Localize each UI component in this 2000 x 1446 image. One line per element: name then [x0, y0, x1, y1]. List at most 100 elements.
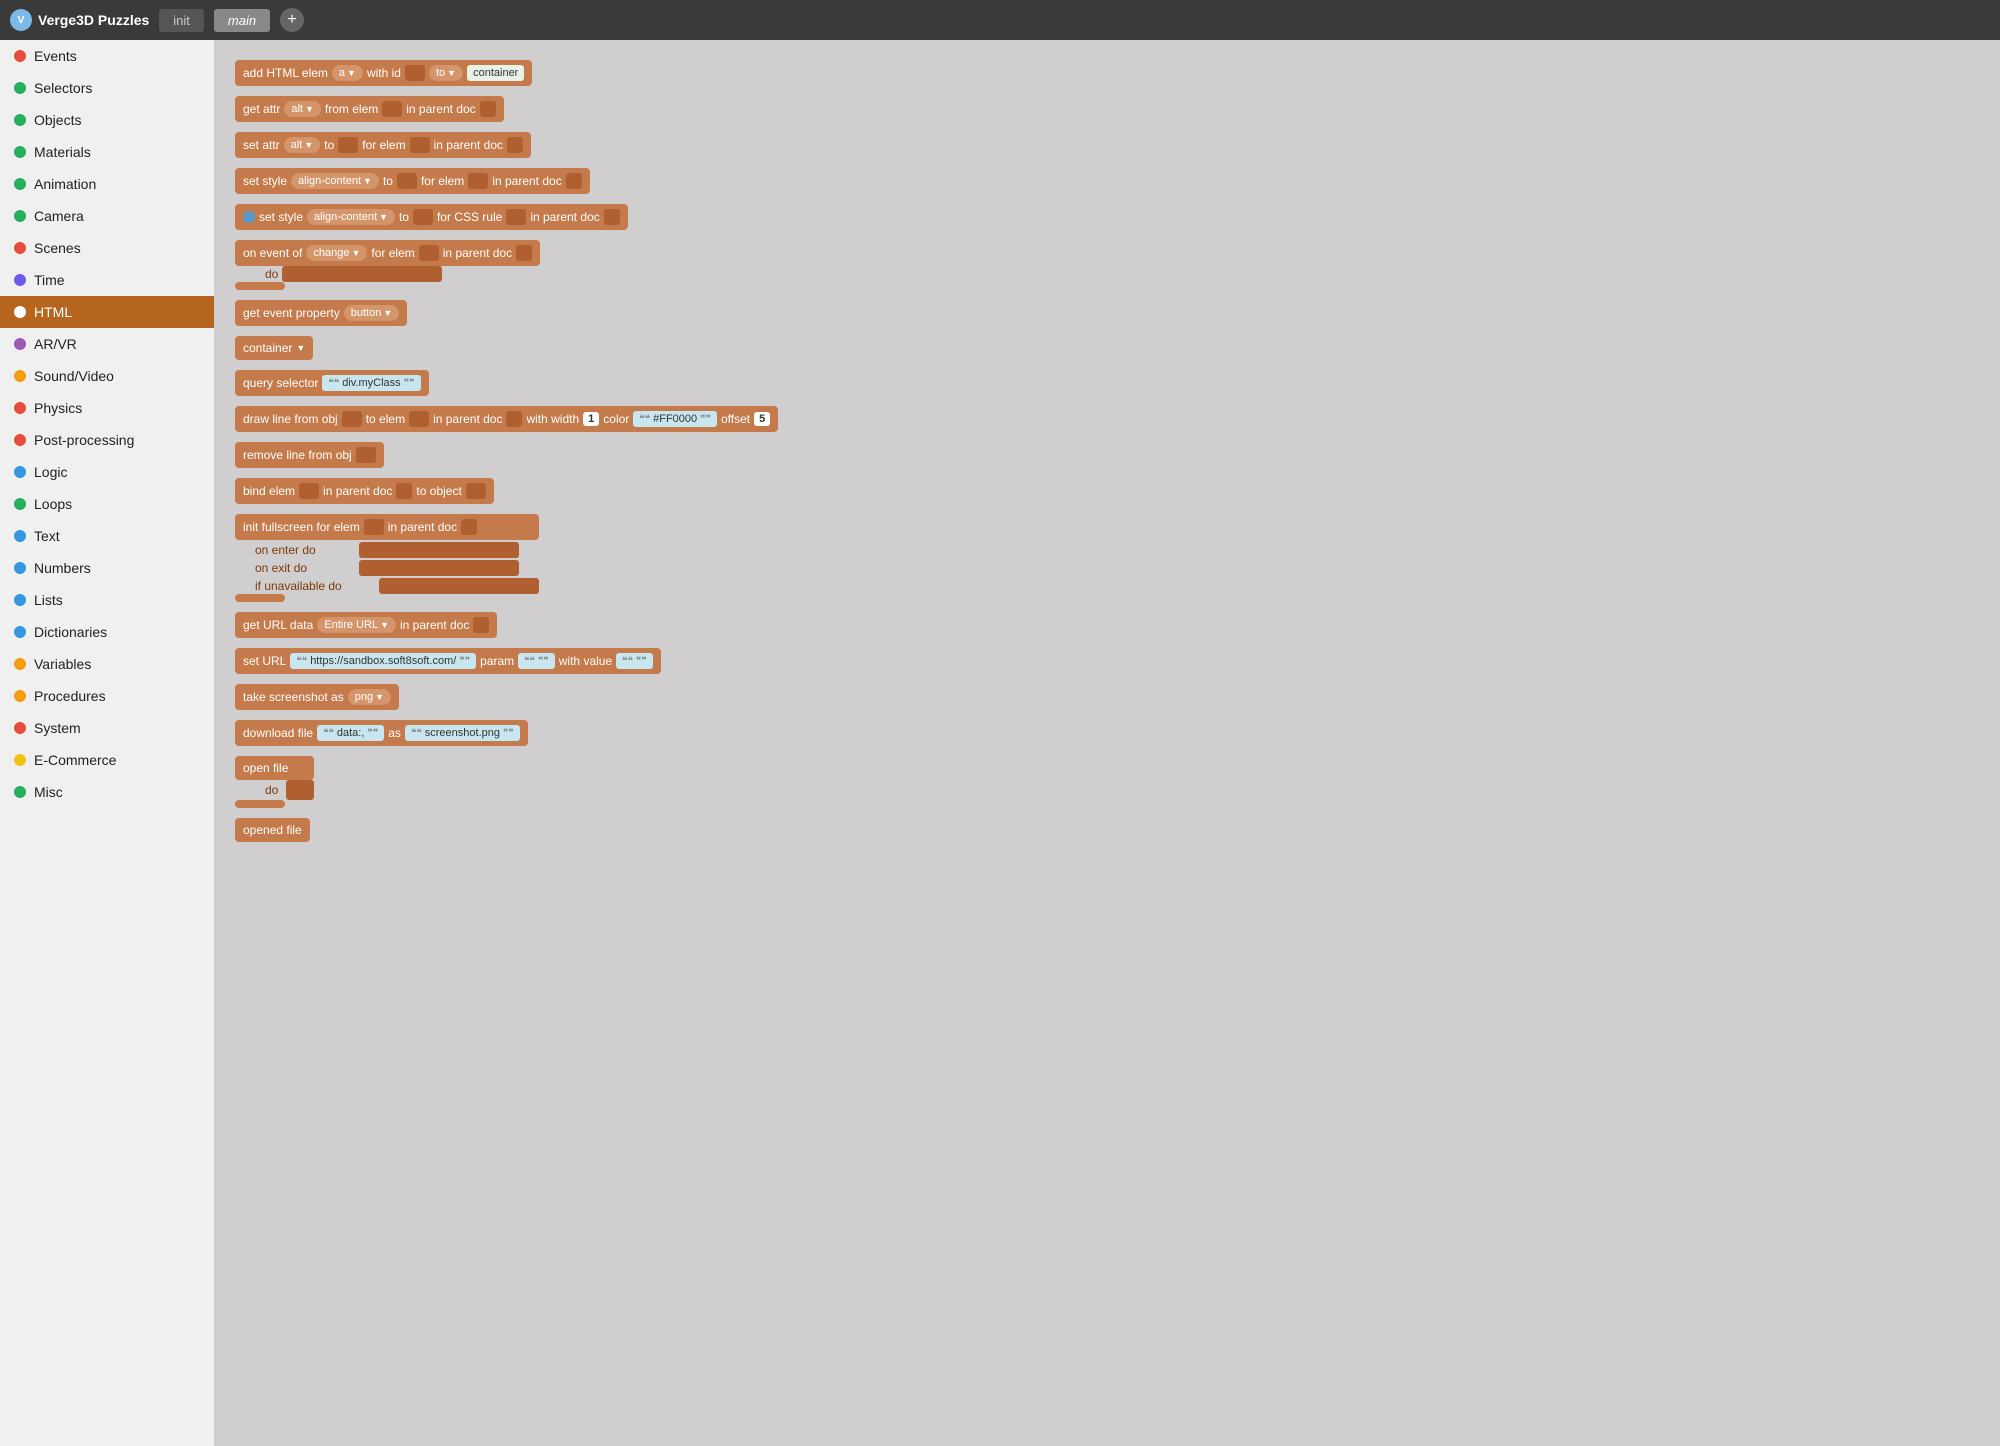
block-text: bind elem [243, 484, 295, 498]
dot-icon [14, 82, 26, 94]
sidebar-item-dictionaries[interactable]: Dictionaries [0, 616, 214, 648]
block-text: in parent doc [530, 210, 599, 224]
sidebar-item-label: Sound/Video [34, 368, 114, 384]
sidebar-item-physics[interactable]: Physics [0, 392, 214, 424]
block-body: open file [235, 756, 314, 780]
slot [409, 411, 429, 427]
block-open-file: open file do [235, 756, 1980, 808]
input-filename[interactable]: ❝❝ screenshot.png ❞❞ [405, 725, 520, 741]
num-width[interactable]: 1 [583, 412, 599, 426]
block-get-attr: get attr alt▼ from elem in parent doc [235, 96, 1980, 122]
sidebar-item-variables[interactable]: Variables [0, 648, 214, 680]
block-body: set style align-content▼ to for elem in … [235, 168, 590, 194]
slot [405, 65, 425, 81]
sidebar-item-camera[interactable]: Camera [0, 200, 214, 232]
canvas-area[interactable]: add HTML elem a▼ with id to▼ container g… [215, 40, 2000, 1446]
block-text: in parent doc [443, 246, 512, 260]
sidebar-item-lists[interactable]: Lists [0, 584, 214, 616]
sidebar-item-e-commerce[interactable]: E-Commerce [0, 744, 214, 776]
slot [397, 173, 417, 189]
block-text: init fullscreen for elem [243, 520, 360, 534]
block-text: in parent doc [323, 484, 392, 498]
input-container[interactable]: container [467, 65, 524, 81]
input-selector[interactable]: ❝❝ div.myClass ❞❞ [322, 375, 420, 391]
input-value[interactable]: ❝❝ ❞❞ [616, 653, 653, 669]
pill-alt[interactable]: alt▼ [284, 137, 321, 153]
slot [342, 411, 362, 427]
sidebar-item-animation[interactable]: Animation [0, 168, 214, 200]
block-on-event: on event of change▼ for elem in parent d… [235, 240, 1980, 290]
input-param[interactable]: ❝❝ ❞❞ [518, 653, 555, 669]
block-exit-label: on exit do [255, 561, 355, 575]
header: V Verge3D Puzzles init main + [0, 0, 2000, 40]
pill-png[interactable]: png▼ [348, 689, 391, 705]
sidebar-item-label: Text [34, 528, 60, 544]
block-take-screenshot: take screenshot as png▼ [235, 684, 1980, 710]
block-text: in parent doc [492, 174, 561, 188]
sidebar-item-scenes[interactable]: Scenes [0, 232, 214, 264]
input-data[interactable]: ❝❝ data:, ❞❞ [317, 725, 384, 741]
pill-change[interactable]: change▼ [306, 245, 367, 261]
dot-icon [14, 530, 26, 542]
sidebar-item-post-processing[interactable]: Post-processing [0, 424, 214, 456]
dot-icon [14, 242, 26, 254]
block-do-label: do [265, 783, 278, 797]
block-text: with width [526, 412, 579, 426]
dot-icon [14, 722, 26, 734]
block-text: in parent doc [388, 520, 457, 534]
block-text: param [480, 654, 514, 668]
app-title: Verge3D Puzzles [38, 12, 149, 28]
sidebar-item-events[interactable]: Events [0, 40, 214, 72]
tab-main[interactable]: main [214, 9, 270, 32]
block-body: set URL ❝❝ https://sandbox.soft8soft.com… [235, 648, 661, 674]
block-text: to [324, 138, 334, 152]
block-set-style-css: set style align-content▼ to for CSS rule… [235, 204, 1980, 230]
sidebar-item-objects[interactable]: Objects [0, 104, 214, 136]
sidebar-item-label: Numbers [34, 560, 91, 576]
pill-entire-url[interactable]: Entire URL▼ [317, 617, 396, 633]
pill-a[interactable]: a▼ [332, 65, 363, 81]
input-color[interactable]: ❝❝ #FF0000 ❞❞ [633, 411, 717, 427]
pill-align-content[interactable]: align-content▼ [291, 173, 379, 189]
pill-align-content2[interactable]: align-content▼ [307, 209, 395, 225]
dot-icon [14, 338, 26, 350]
var-arrow: ▼ [296, 343, 305, 353]
sidebar-item-label: Logic [34, 464, 67, 480]
dot-icon [14, 434, 26, 446]
sidebar-item-loops[interactable]: Loops [0, 488, 214, 520]
pill-alt[interactable]: alt▼ [284, 101, 321, 117]
slot [466, 483, 486, 499]
tab-init[interactable]: init [159, 9, 204, 32]
sidebar-item-misc[interactable]: Misc [0, 776, 214, 808]
pill-button[interactable]: button▼ [344, 305, 400, 321]
slot [419, 245, 439, 261]
sidebar-item-logic[interactable]: Logic [0, 456, 214, 488]
sidebar-item-selectors[interactable]: Selectors [0, 72, 214, 104]
sidebar-item-label: Procedures [34, 688, 106, 704]
slot [507, 137, 523, 153]
blue-dot-icon [243, 211, 255, 223]
dot-icon [14, 50, 26, 62]
input-url[interactable]: ❝❝ https://sandbox.soft8soft.com/ ❞❞ [290, 653, 476, 669]
sidebar-item-materials[interactable]: Materials [0, 136, 214, 168]
sidebar-item-label: Physics [34, 400, 82, 416]
block-bottom-cap [235, 800, 285, 808]
sidebar-item-sound-video[interactable]: Sound/Video [0, 360, 214, 392]
block-text: for elem [371, 246, 414, 260]
add-tab-button[interactable]: + [280, 8, 304, 32]
dot-icon [14, 306, 26, 318]
sidebar-item-system[interactable]: System [0, 712, 214, 744]
block-text: remove line from obj [243, 448, 352, 462]
num-offset[interactable]: 5 [754, 412, 770, 426]
sidebar-item-time[interactable]: Time [0, 264, 214, 296]
sidebar-item-procedures[interactable]: Procedures [0, 680, 214, 712]
pill-to[interactable]: to▼ [429, 65, 463, 81]
sidebar-item-ar-vr[interactable]: AR/VR [0, 328, 214, 360]
sidebar-item-html[interactable]: HTML [0, 296, 214, 328]
sidebar-item-numbers[interactable]: Numbers [0, 552, 214, 584]
sidebar-item-label: Animation [34, 176, 96, 192]
block-set-style: set style align-content▼ to for elem in … [235, 168, 1980, 194]
block-body: on event of change▼ for elem in parent d… [235, 240, 540, 266]
dot-icon [14, 658, 26, 670]
sidebar-item-text[interactable]: Text [0, 520, 214, 552]
